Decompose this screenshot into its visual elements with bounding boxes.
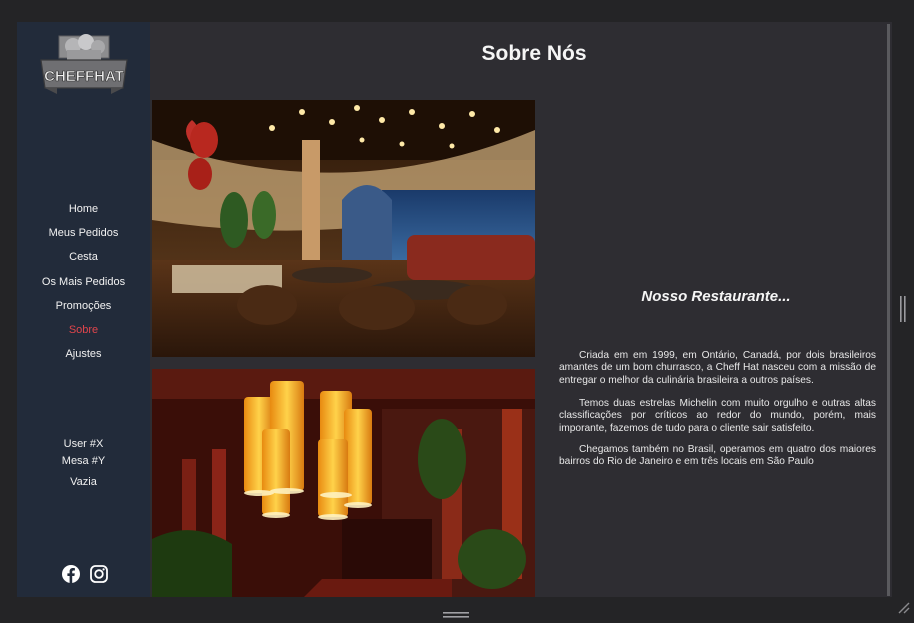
table-status: Vazia xyxy=(70,476,97,488)
about-paragraph-3: Chegamos também no Brasil, operamos em q… xyxy=(559,444,876,468)
section-title: Nosso Restaurante... xyxy=(641,288,791,305)
window-frame: CHEFFHAT Home Meus Pedidos Cesta Os Mais… xyxy=(0,0,914,618)
table-number: Mesa #Y xyxy=(61,455,106,467)
sidebar: CHEFFHAT Home Meus Pedidos Cesta Os Mais… xyxy=(17,22,150,597)
horizontal-resize-handle[interactable] xyxy=(443,605,469,618)
user-name: User #X xyxy=(63,438,104,450)
about-paragraph-1: Criada em em 1999, em Ontário, Canadá, p… xyxy=(559,350,876,386)
corner-resize-icon[interactable] xyxy=(896,600,910,614)
nav-cesta[interactable]: Cesta xyxy=(17,248,150,272)
facebook-icon[interactable] xyxy=(61,564,81,584)
nav-home[interactable]: Home xyxy=(17,200,150,224)
page-title: Sobre Nós xyxy=(481,42,587,65)
social-links xyxy=(59,564,119,586)
nav-sobre[interactable]: Sobre xyxy=(17,321,150,345)
svg-text:CHEFFHAT: CHEFFHAT xyxy=(44,68,124,85)
vertical-scrollbar-thumb[interactable] xyxy=(887,24,890,596)
vertical-resize-handle[interactable] xyxy=(900,296,906,322)
nav-ajustes[interactable]: Ajustes xyxy=(17,345,150,369)
instagram-icon[interactable] xyxy=(89,564,109,584)
nav-promocoes[interactable]: Promoções xyxy=(17,297,150,321)
cheffhat-logo[interactable]: CHEFFHAT xyxy=(39,32,129,98)
nav-meus-pedidos[interactable]: Meus Pedidos xyxy=(17,224,150,248)
user-info: User #X Mesa #Y Vazia xyxy=(17,436,150,491)
nav-os-mais-pedidos[interactable]: Os Mais Pedidos xyxy=(17,273,150,297)
sidebar-nav: Home Meus Pedidos Cesta Os Mais Pedidos … xyxy=(17,200,150,369)
app-viewport: CHEFFHAT Home Meus Pedidos Cesta Os Mais… xyxy=(17,22,892,597)
about-paragraph-2: Temos duas estrelas Michelin com muito o… xyxy=(559,398,876,434)
top-strip xyxy=(0,0,914,22)
restaurant-dining-photo xyxy=(152,100,535,357)
restaurant-lounge-photo xyxy=(152,369,535,597)
